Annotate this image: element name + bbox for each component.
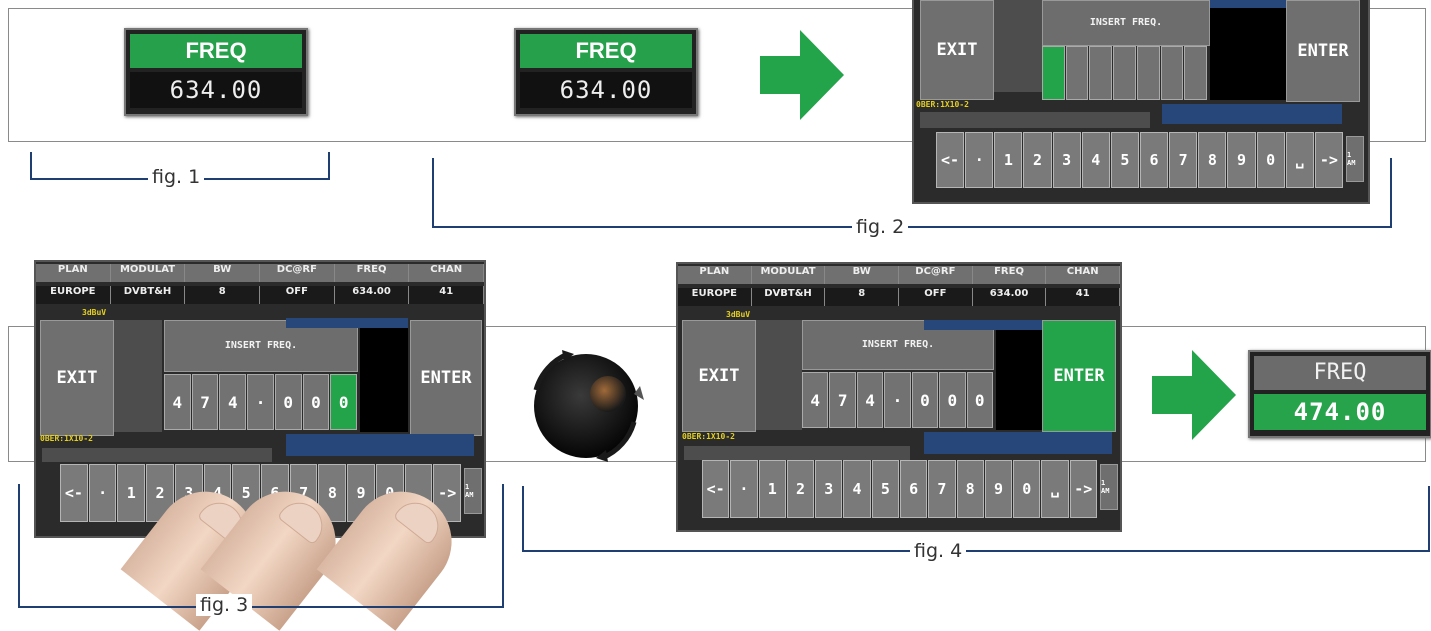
digit-entry: 4 7 4 · 0 0 0 — [164, 374, 358, 430]
arrow-right-icon — [760, 30, 844, 120]
ber-label: 0BER:1X10-2 — [916, 100, 969, 109]
digit-entry: 4 7 4 · 0 0 0 — [802, 372, 994, 428]
fig4-label: fig. 4 — [910, 540, 967, 562]
fig2-label: fig. 2 — [852, 216, 909, 238]
level-label: 3dBuV — [82, 308, 107, 317]
screen-header: PLAN MODULAT BW DC@RF FREQ CHAN — [36, 264, 484, 282]
freq-widget-label: FREQ — [1254, 356, 1426, 390]
freq-widget-value: 634.00 — [130, 72, 302, 108]
level-label: 3dBuV — [726, 310, 751, 319]
freq-widget-fig1[interactable]: FREQ 634.00 — [124, 28, 308, 116]
fig2-bracket — [432, 158, 1392, 228]
exit-button[interactable]: EXIT — [682, 320, 756, 432]
exit-button[interactable]: EXIT — [920, 0, 994, 100]
fig3-label: fig. 3 — [196, 594, 253, 616]
enter-button[interactable]: ENTER — [410, 320, 482, 436]
insert-freq-title: INSERT FREQ. — [1042, 0, 1210, 46]
fig3-bracket — [18, 484, 504, 608]
digit-entry — [1042, 46, 1208, 100]
freq-widget-value: 634.00 — [520, 72, 692, 108]
arrow-right-icon — [1152, 350, 1236, 440]
freq-widget-value: 474.00 — [1254, 394, 1426, 430]
freq-widget-fig2[interactable]: FREQ 634.00 — [514, 28, 698, 116]
screen-values: EUROPE DVBT&H 8 OFF 634.00 41 — [36, 286, 484, 304]
freq-widget-label: FREQ — [130, 34, 302, 68]
screen-values: EUROPE DVBT&H 8 OFF 634.00 41 — [678, 288, 1120, 306]
fig1-label: fig. 1 — [148, 166, 205, 188]
exit-button[interactable]: EXIT — [40, 320, 114, 436]
fig4-bracket — [522, 486, 1430, 552]
enter-button[interactable]: ENTER — [1286, 0, 1360, 102]
ber-label: 0BER:1X10-2 — [40, 434, 93, 443]
screen-header: PLAN MODULAT BW DC@RF FREQ CHAN — [678, 266, 1120, 284]
freq-widget-fig4[interactable]: FREQ 474.00 — [1248, 350, 1431, 438]
rotary-knob-icon — [533, 350, 644, 462]
ber-label: 0BER:1X10-2 — [682, 432, 735, 441]
enter-button[interactable]: ENTER — [1042, 320, 1116, 432]
freq-widget-label: FREQ — [520, 34, 692, 68]
